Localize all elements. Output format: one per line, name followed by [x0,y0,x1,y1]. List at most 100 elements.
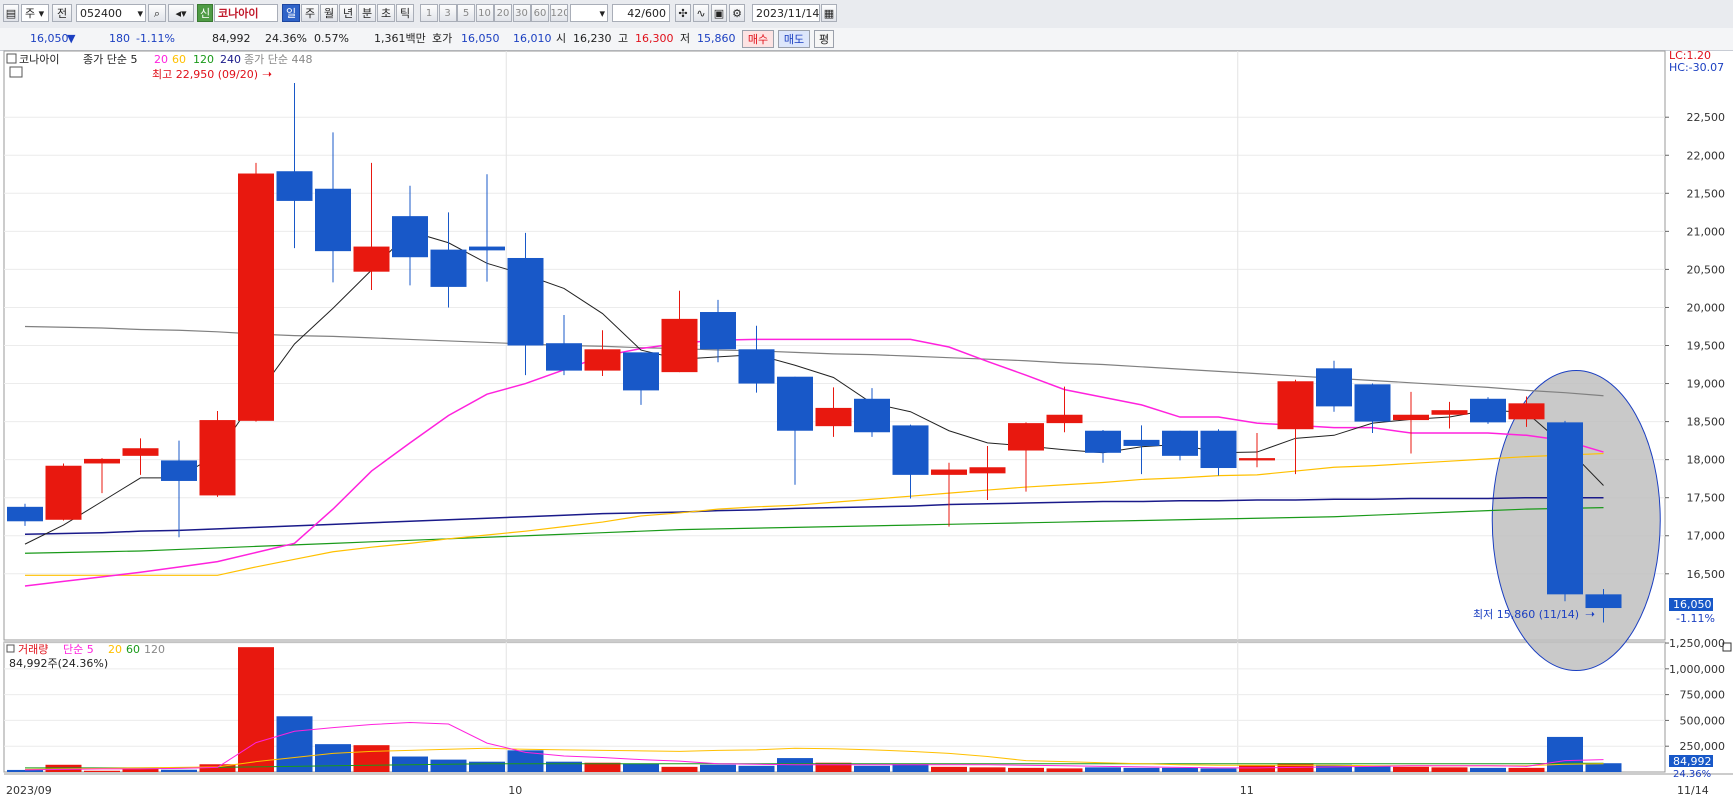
buy-button[interactable]: 매수 [742,30,774,48]
period-tab-4[interactable]: 분 [358,4,376,22]
period-select-value: 주 [25,7,36,20]
candle-body [1354,384,1391,422]
period-tab-5[interactable]: 초 [377,4,395,22]
search-icon[interactable]: ⌕ [148,4,166,22]
volume-ratio: 24.36% [265,32,307,45]
period-tab-6[interactable]: 틱 [396,4,414,22]
candle-body [1085,430,1121,453]
volume-legend-ma20: 20 [108,643,122,656]
info-bar: 16,050 ▼ 180 -1.11% 84,992 24.36% 0.57% … [0,28,1733,51]
candle-body [1585,594,1622,609]
price-tick-label: 22,000 [1687,149,1726,162]
period-tab-3[interactable]: 년 [339,4,357,22]
candle-body [353,246,390,272]
gear-icon[interactable]: ⚙ [729,4,745,22]
volume-tick-label: 1,250,000 [1669,637,1725,650]
candle-body [1008,423,1044,451]
hc-label: HC:-30.07 [1669,61,1724,74]
legend-ma60: 60 [172,53,186,66]
candle [238,162,274,422]
volume-bar [1200,768,1237,772]
volume-current-tag-label: 84,992 [1673,755,1712,768]
legend-ma120: 120 [193,53,214,66]
candle-body [854,398,890,433]
period-tab-0[interactable]: 일 [282,4,300,22]
sell-button[interactable]: 매도 [778,30,810,48]
open-label: 시 [556,32,567,45]
date-input[interactable]: 2023/11/14 [752,4,820,22]
minute-tab-20[interactable]: 20 [494,4,512,22]
candle-body [1162,430,1198,456]
price-tick-label: 21,000 [1687,225,1726,238]
minute-tab-120[interactable]: 120 [549,4,568,22]
candle-body [623,352,659,391]
price-change: 180 [109,32,130,45]
candle-body [1046,414,1083,424]
volume-ratio-tag-label: 24.36% [1673,769,1711,780]
volume-bar [1085,767,1121,772]
volume-bar [546,761,582,772]
min-arrow-icon: ➝ [1585,607,1595,621]
volume-bar [1354,766,1391,772]
volume-bar [1162,767,1198,772]
volume-legend-ma60: 60 [126,643,140,656]
layout-icon[interactable]: ▤ [3,4,19,22]
minute-tab-10[interactable]: 10 [475,4,494,22]
candle-body [969,467,1006,474]
candle-body [276,171,313,201]
minute-tab-60[interactable]: 60 [531,4,549,22]
minute-tab-30[interactable]: 30 [512,4,531,22]
volume-bar [1431,767,1468,772]
candle-body [1431,410,1468,415]
candle-body [1200,430,1237,469]
period-select[interactable]: 주 ▾ [21,4,49,22]
candle-body [392,216,428,258]
price-change-pct: -1.11% [136,32,175,45]
current-price-tag-label: 16,050 [1673,598,1712,611]
prev-button[interactable]: 전 [52,4,72,22]
high-label: 고 [618,32,629,45]
low-label: 저 [680,32,691,45]
unit-select[interactable]: ▾ [570,4,608,22]
average-button[interactable]: 평 [814,30,834,48]
volume-bar [84,770,120,772]
candle-body [661,318,698,373]
stock-name[interactable]: 코나아이 [214,4,278,22]
price-tick-label: 18,500 [1687,416,1726,429]
volume-bar [1239,765,1275,772]
price-tick-label: 21,500 [1687,187,1726,200]
new-badge: 신 [197,4,213,22]
candle-body [469,246,505,251]
calendar-icon[interactable]: ▦ [821,4,837,22]
candle-body [1508,403,1545,420]
price-tick-label: 22,500 [1687,111,1726,124]
count-display[interactable]: 42/600 [612,4,670,22]
price-tick-label: 19,000 [1687,378,1726,391]
trade-amount: 1,361백만 [374,32,426,45]
period-tab-2[interactable]: 월 [320,4,338,22]
minute-tab-1[interactable]: 1 [420,4,438,22]
volume-bar [1393,766,1429,772]
speaker-icon[interactable]: ◂▾ [168,4,194,22]
volume-bar [1470,767,1506,772]
candle-body [199,420,236,496]
volume-bar [1123,767,1160,772]
chevron-down-icon: ▾ [137,7,143,20]
price-tick-label: 16,500 [1687,568,1726,581]
stock-code-input[interactable]: 052400 ▾ [76,4,146,22]
stock-chart[interactable]: 16,500 17,000 17,500 18,000 18,500 19,000 19,5… [0,50,1733,799]
volume-bar [1046,768,1083,772]
period-tab-1[interactable]: 주 [301,4,319,22]
trend-icon[interactable]: ∿ [693,4,709,22]
volume-bar [1508,767,1545,772]
crosshair-icon[interactable]: ✣ [675,4,691,22]
volume-bar [1008,767,1044,772]
current-change-label: -1.11% [1676,612,1715,625]
candle [1470,397,1506,424]
minute-tab-5[interactable]: 5 [457,4,475,22]
candle-body [584,349,621,371]
down-arrow-icon: ▼ [67,32,76,45]
price-tick-label: 20,000 [1687,301,1726,314]
save-icon[interactable]: ▣ [711,4,727,22]
minute-tab-3[interactable]: 3 [438,4,457,22]
